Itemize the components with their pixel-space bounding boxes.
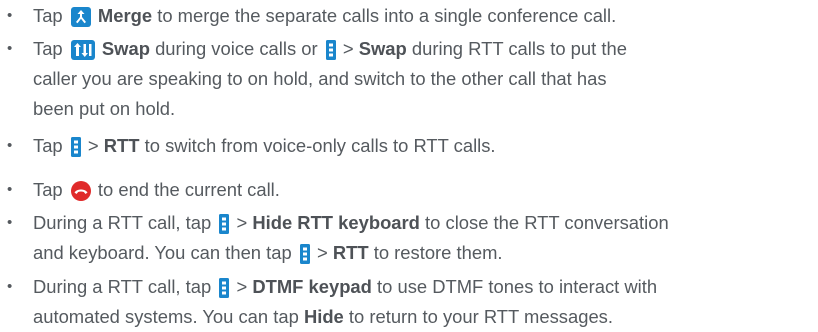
merge-call-icon [70, 7, 91, 27]
item-text: During a RTT call, tap > DTMF keypad to … [33, 276, 658, 327]
merge-label: Merge [97, 5, 153, 26]
item-text: Tap to end the current call. [33, 179, 280, 201]
item-text: During a RTT call, tap > Hide RTT keyboa… [33, 212, 669, 264]
item-text: Tap Merge to merge the separate calls in… [33, 5, 617, 27]
bullet: • [7, 214, 13, 231]
rtt-label: RTT [103, 135, 140, 156]
bullet: • [7, 137, 13, 154]
hide-label: Hide [303, 306, 344, 327]
menu-more-icon [219, 214, 230, 234]
bullet: • [7, 181, 13, 198]
bullet: • [7, 278, 13, 295]
bullet: • [7, 7, 13, 24]
menu-more-icon [325, 40, 336, 60]
end-call-icon [70, 181, 91, 201]
item-text: Tap > RTT to switch from voice-only call… [33, 135, 496, 157]
menu-more-icon [70, 137, 81, 157]
swap-call-icon [70, 40, 95, 60]
dtmf-keypad-label: DTMF keypad [252, 276, 372, 297]
hide-rtt-keyboard-label: Hide RTT keyboard [252, 212, 420, 233]
bullet: • [7, 40, 13, 57]
swap-label: Swap [358, 38, 407, 59]
item-text: Tap Swap during voice calls or > Swap du… [33, 38, 627, 119]
menu-more-icon [299, 244, 310, 264]
rtt-label: RTT [332, 242, 369, 263]
menu-more-icon [219, 278, 230, 298]
swap-label: Swap [101, 38, 150, 59]
